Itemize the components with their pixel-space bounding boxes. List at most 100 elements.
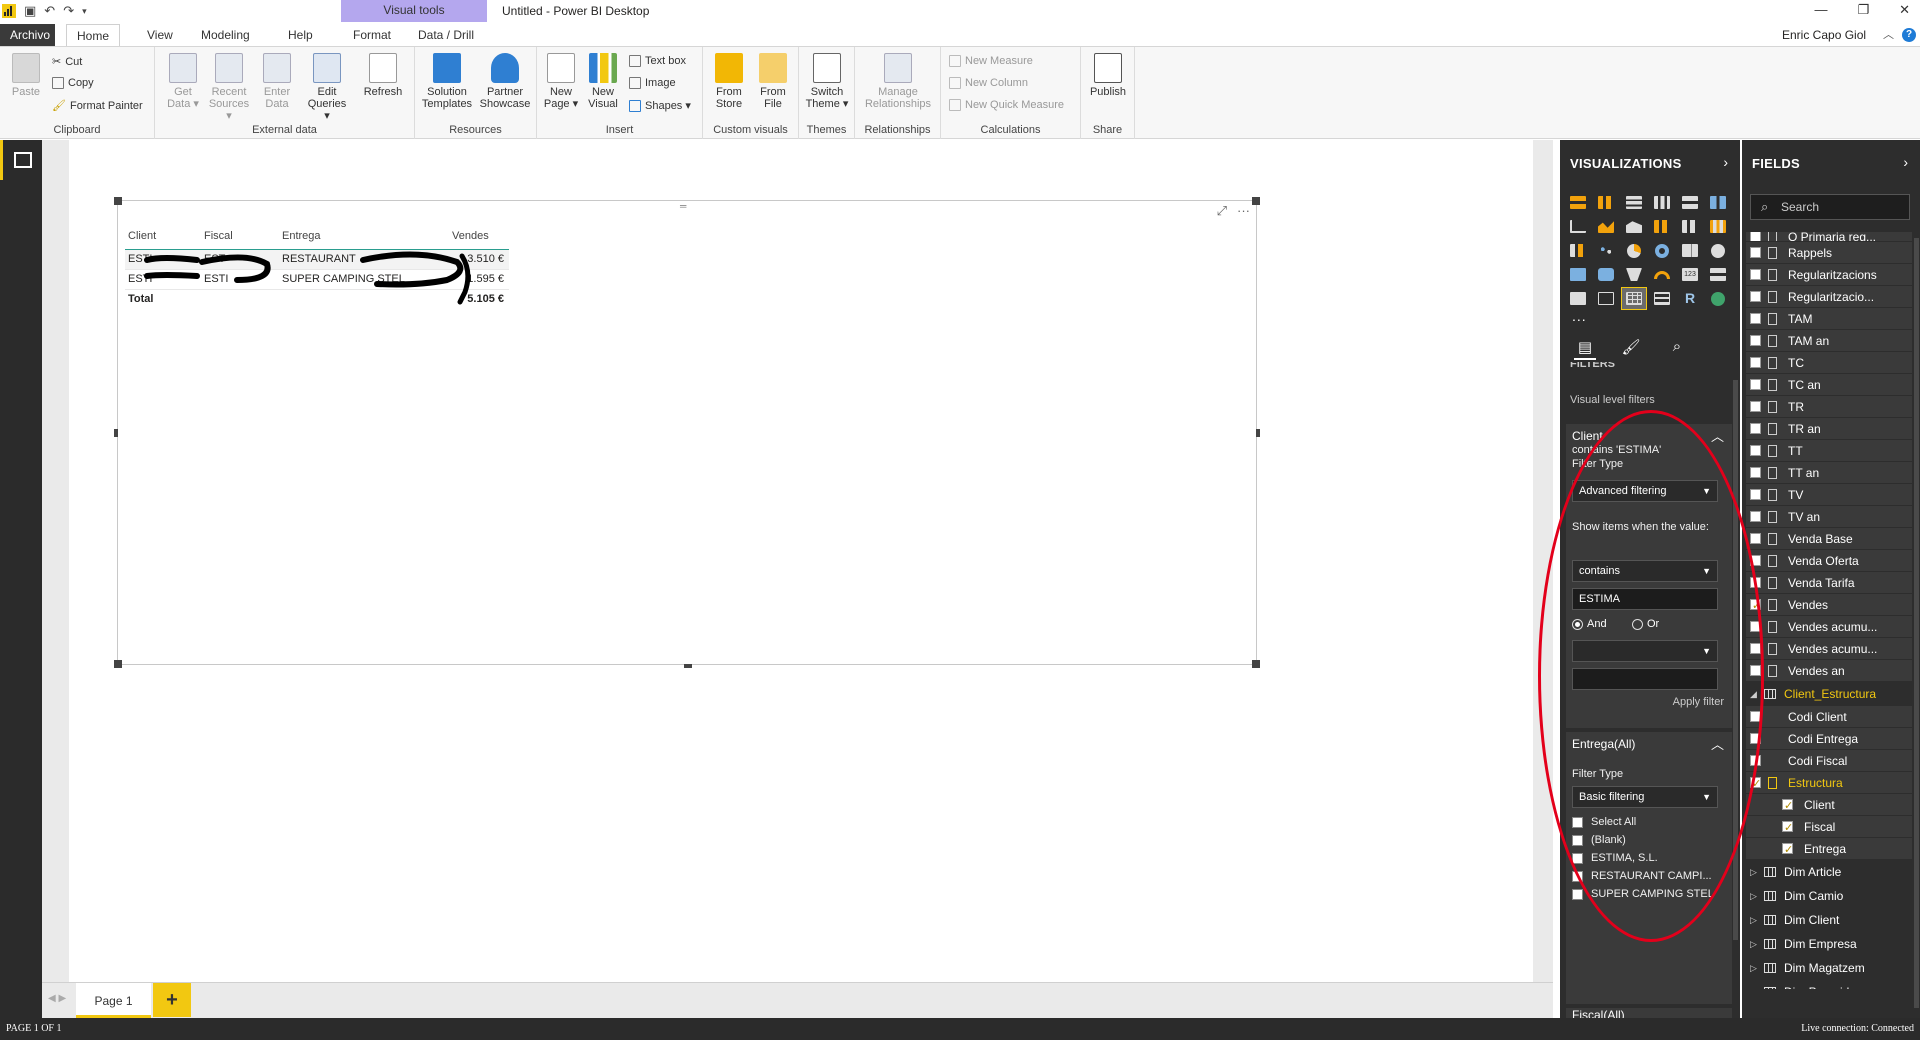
filter-item[interactable]: SUPER CAMPING STEL: [1572, 888, 1714, 900]
hierarchy-level-client[interactable]: Client: [1746, 794, 1912, 816]
resize-handle[interactable]: [684, 664, 692, 668]
table-row[interactable]: ESTI ESTI SUPER CAMPING STEL 1.595 €: [125, 269, 509, 290]
checkbox[interactable]: [1572, 852, 1583, 864]
hierarchy-level-entrega[interactable]: Entrega: [1746, 838, 1912, 860]
chevron-up-icon[interactable]: ︿: [1711, 426, 1724, 445]
field-item[interactable]: TT: [1746, 440, 1912, 462]
column-header-vendes[interactable]: Vendes: [449, 227, 509, 250]
field-item[interactable]: Codi Fiscal: [1746, 750, 1912, 772]
shapes-button[interactable]: Shapes ▾: [629, 99, 691, 112]
checkbox[interactable]: [1572, 888, 1583, 900]
table-dim-magatzem[interactable]: ▷ Dim Magatzem: [1746, 956, 1912, 980]
refresh-button[interactable]: Refresh: [363, 53, 403, 98]
field-item[interactable]: TV an: [1746, 506, 1912, 528]
maximize-icon[interactable]: ❐: [1857, 2, 1869, 18]
more-options-icon[interactable]: ···: [1237, 203, 1250, 219]
field-item[interactable]: Venda Base: [1746, 528, 1912, 550]
collapse-ribbon-icon[interactable]: ︿: [1883, 26, 1894, 42]
paste-button[interactable]: Paste: [8, 53, 44, 98]
scatter-icon[interactable]: [1594, 240, 1618, 261]
checkbox[interactable]: [1572, 870, 1583, 882]
publish-button[interactable]: Publish: [1087, 53, 1129, 98]
matrix-icon[interactable]: [1650, 288, 1674, 309]
field-item[interactable]: Venda Oferta: [1746, 550, 1912, 572]
filter-item[interactable]: ESTIMA, S.L.: [1572, 852, 1658, 864]
table-client-estructura[interactable]: ◢ Client_Estructura: [1746, 682, 1912, 706]
stacked-bar-icon[interactable]: [1566, 192, 1590, 213]
field-item[interactable]: TAM: [1746, 308, 1912, 330]
switch-theme-button[interactable]: Switch Theme ▾: [803, 53, 851, 110]
table-visual[interactable]: ═ ⤢ ··· Client Fiscal Entrega Vendes EST…: [114, 197, 1260, 668]
filter-item[interactable]: RESTAURANT CAMPI...: [1572, 870, 1712, 882]
tab-modeling[interactable]: Modeling: [191, 24, 260, 46]
new-measure-button[interactable]: New Measure: [949, 55, 1033, 67]
or-radio[interactable]: Or: [1632, 618, 1659, 630]
new-page-button[interactable]: New Page ▾: [543, 53, 579, 110]
tab-home[interactable]: Home: [66, 24, 121, 47]
partner-showcase-button[interactable]: Partner Showcase: [477, 53, 533, 110]
collapse-pane-icon[interactable]: ›: [1723, 154, 1728, 170]
copy-button[interactable]: Copy: [52, 77, 94, 89]
field-item[interactable]: Codi Entrega: [1746, 728, 1912, 750]
tab-archivo[interactable]: Archivo: [0, 24, 55, 46]
tab-help[interactable]: Help: [278, 24, 323, 46]
analytics-magnifier-icon[interactable]: ⌕: [1666, 338, 1688, 360]
table-dim-article[interactable]: ▷ Dim Article: [1746, 860, 1912, 884]
table-dim-proveidor[interactable]: ▷Dim Proveidor: [1746, 980, 1912, 990]
chevron-up-icon[interactable]: ︿: [1711, 734, 1724, 753]
filter-card-title[interactable]: Entrega(All): [1572, 737, 1635, 751]
focus-mode-icon[interactable]: ⤢: [1217, 203, 1227, 219]
filter-item-blank[interactable]: (Blank): [1572, 834, 1626, 846]
resize-handle[interactable]: [114, 429, 118, 437]
column-header-client[interactable]: Client: [125, 227, 201, 250]
undo-icon[interactable]: ↶: [44, 3, 55, 19]
field-item[interactable]: TV: [1746, 484, 1912, 506]
r-visual-icon[interactable]: R: [1678, 288, 1702, 309]
field-item[interactable]: TC an: [1746, 374, 1912, 396]
field-item[interactable]: Vendes acumu...: [1746, 616, 1912, 638]
from-store-button[interactable]: From Store: [709, 53, 749, 110]
shape-map-icon[interactable]: [1594, 264, 1618, 285]
table-icon[interactable]: [1621, 287, 1647, 310]
format-paint-roller-icon[interactable]: 🖌: [1620, 338, 1642, 360]
filled-map-icon[interactable]: [1566, 264, 1590, 285]
column-header-fiscal[interactable]: Fiscal: [201, 227, 279, 250]
filter-item-select-all[interactable]: Select All: [1572, 816, 1636, 828]
edit-queries-button[interactable]: Edit Queries ▾: [305, 53, 349, 122]
page-nav-arrows-icon[interactable]: ◀ ▶: [48, 993, 66, 1004]
resize-handle[interactable]: [1252, 660, 1260, 668]
hierarchy-estructura[interactable]: Estructura: [1746, 772, 1912, 794]
area-chart-icon[interactable]: [1594, 216, 1618, 237]
donut-chart-icon[interactable]: [1650, 240, 1674, 261]
filter-card-title[interactable]: Fiscal(All): [1572, 1008, 1625, 1018]
line-column-icon[interactable]: [1650, 216, 1674, 237]
clustered-bar-icon[interactable]: [1622, 192, 1646, 213]
field-item[interactable]: TR: [1746, 396, 1912, 418]
field-item[interactable]: Vendes an: [1746, 660, 1912, 682]
page-tab-1[interactable]: Page 1: [76, 983, 151, 1018]
line-chart-icon[interactable]: [1566, 216, 1590, 237]
globe-icon[interactable]: [1706, 288, 1730, 309]
multirow-card-icon[interactable]: [1706, 264, 1730, 285]
new-visual-button[interactable]: New Visual: [585, 53, 621, 110]
apply-filter-button[interactable]: Apply filter: [1673, 696, 1724, 708]
waterfall-icon[interactable]: [1566, 240, 1590, 261]
field-item[interactable]: Q Primaria reg...: [1746, 232, 1912, 242]
image-button[interactable]: Image: [629, 77, 676, 89]
add-page-button[interactable]: +: [153, 983, 191, 1017]
new-column-button[interactable]: New Column: [949, 77, 1028, 89]
filter-type-dropdown[interactable]: Advanced filtering ▼: [1572, 480, 1718, 502]
ribbon-chart-icon[interactable]: [1706, 216, 1730, 237]
user-name[interactable]: Enric Capo Giol: [1782, 28, 1866, 42]
resize-handle[interactable]: [1256, 429, 1260, 437]
line-clustered-icon[interactable]: [1678, 216, 1702, 237]
table-dim-empresa[interactable]: ▷ Dim Empresa: [1746, 932, 1912, 956]
collapse-pane-icon[interactable]: ›: [1903, 154, 1908, 170]
minimize-icon[interactable]: —: [1814, 2, 1827, 18]
filter-value-input[interactable]: ESTIMA: [1572, 588, 1718, 610]
report-view-icon[interactable]: [0, 140, 42, 180]
close-icon[interactable]: ✕: [1899, 2, 1910, 18]
cut-button[interactable]: ✂ Cut: [52, 55, 82, 69]
stacked-area-icon[interactable]: [1622, 216, 1646, 237]
table-row[interactable]: ESTI EST RESTAURANT 3.510 €: [125, 249, 509, 270]
